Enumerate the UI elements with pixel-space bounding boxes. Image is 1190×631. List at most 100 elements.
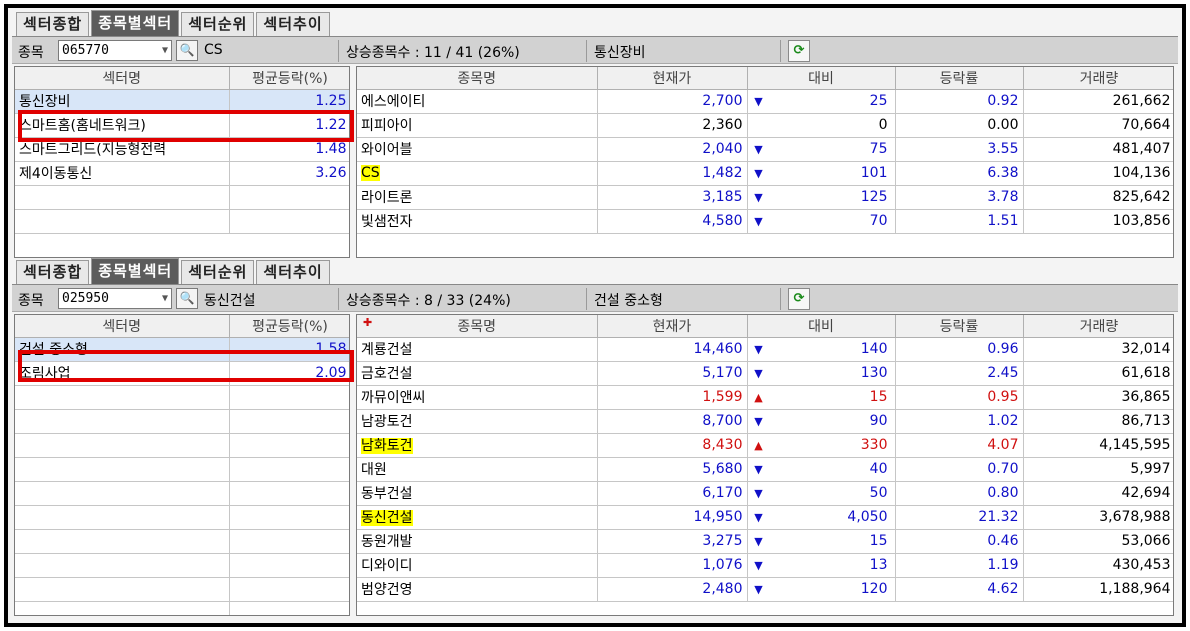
stock-change: ▲ 15 [747,385,896,410]
stock-change: ▼ 13 [747,553,896,578]
search-icon[interactable]: 🔍 [176,40,198,61]
stock-rate: 4.62 [895,577,1024,602]
down-arrow-icon: ▼ [754,535,763,548]
col-header-rate[interactable]: 등락률 [895,67,1024,90]
top-tab-sector-summary[interactable]: 섹터종합 [16,12,90,36]
stock-code-input[interactable]: 065770 ▼ [58,40,172,61]
col-header-volume[interactable]: 거래량 [1023,67,1173,90]
col-header-name[interactable]: ✚ 종목명 [357,315,598,338]
top-tab-sector-rank[interactable]: 섹터순위 [181,12,255,36]
sector-row[interactable] [15,209,349,234]
sector-row[interactable] [15,529,349,554]
down-arrow-icon: ▼ [754,511,763,524]
stock-row[interactable]: CS 1,482 ▼ 101 6.38 104,136 [357,161,1173,186]
stock-row[interactable]: 계룡건설 14,460 ▼ 140 0.96 32,014 [357,337,1173,362]
bottom-tab-stock-sector[interactable]: 종목별섹터 [91,258,180,284]
chevron-down-icon[interactable]: ▼ [162,41,168,60]
sector-row[interactable] [15,457,349,482]
stock-change: ▼ 140 [747,337,896,362]
divider [780,40,781,62]
stock-row[interactable]: 동신건설 14,950 ▼ 4,050 21.32 3,678,988 [357,505,1173,530]
stock-price: 5,680 [597,457,748,482]
refresh-icon[interactable]: ⟳ [788,40,810,62]
bottom-tab-sector-rank[interactable]: 섹터순위 [181,260,255,284]
sector-row[interactable] [15,185,349,210]
stock-row[interactable]: 동원개발 3,275 ▼ 15 0.46 53,066 [357,529,1173,554]
sector-row[interactable] [15,481,349,506]
sector-avg [229,209,349,234]
bottom-tab-bar: 섹터종합 종목별섹터 섹터순위 섹터추이 [16,258,332,284]
refresh-icon[interactable]: ⟳ [788,288,810,310]
stock-rate: 0.96 [895,337,1024,362]
sector-name [15,577,230,602]
stock-change: ▼ 15 [747,529,896,554]
stock-rate: 0.92 [895,89,1024,114]
sector-row[interactable] [15,601,349,615]
col-header-rate[interactable]: 등락률 [895,315,1024,338]
stock-rate: 3.55 [895,137,1024,162]
stock-name: 금호건설 [357,361,598,386]
stock-row[interactable]: 라이트론 3,185 ▼ 125 3.78 825,642 [357,185,1173,210]
stock-row[interactable]: 와이어블 2,040 ▼ 75 3.55 481,407 [357,137,1173,162]
stock-row[interactable]: 금호건설 5,170 ▼ 130 2.45 61,618 [357,361,1173,386]
sector-name [15,185,230,210]
col-header-change[interactable]: 대비 [747,67,896,90]
divider [586,288,587,310]
sector-row[interactable]: 제4이동통신 3.26 [15,161,349,186]
down-arrow-icon: ▼ [754,215,763,228]
col-header-avg[interactable]: 평균등락(%) [229,67,349,90]
stock-volume: 3,678,988 [1023,505,1173,530]
stock-row[interactable]: 에스에이티 2,700 ▼ 25 0.92 261,662 [357,89,1173,114]
bottom-tab-sector-trend[interactable]: 섹터추이 [256,260,330,284]
stock-row[interactable]: 범양건영 2,480 ▼ 120 4.62 1,188,964 [357,577,1173,602]
stock-row[interactable]: 피피아이 2,360 0 0.00 70,664 [357,113,1173,138]
stock-name: 에스에이티 [357,89,598,114]
sector-row[interactable]: 스마트그리드(지능형전력 1.48 [15,137,349,162]
stock-price: 1,599 [597,385,748,410]
col-header-price[interactable]: 현재가 [597,67,748,90]
col-header-price[interactable]: 현재가 [597,315,748,338]
col-header-sector[interactable]: 섹터명 [15,67,230,90]
stock-name: 남화토건 [357,433,598,458]
stock-row[interactable]: 남광토건 8,700 ▼ 90 1.02 86,713 [357,409,1173,434]
stock-row[interactable]: 까뮤이앤씨 1,599 ▲ 15 0.95 36,865 [357,385,1173,410]
stock-change: ▼ 40 [747,457,896,482]
sector-row[interactable] [15,433,349,458]
col-header-volume[interactable]: 거래량 [1023,315,1173,338]
sector-row[interactable] [15,553,349,578]
top-tab-sector-trend[interactable]: 섹터추이 [256,12,330,36]
stock-row[interactable]: 동부건설 6,170 ▼ 50 0.80 42,694 [357,481,1173,506]
search-icon[interactable]: 🔍 [176,288,198,309]
sector-row[interactable] [15,505,349,530]
col-header-name[interactable]: 종목명 [357,67,598,90]
stock-code-input[interactable]: 025950 ▼ [58,288,172,309]
col-header-avg[interactable]: 평균등락(%) [229,315,349,338]
sector-row[interactable]: 통신장비 1.25 [15,89,349,114]
stock-price: 8,430 [597,433,748,458]
stock-name: 디와이디 [357,553,598,578]
stock-volume: 104,136 [1023,161,1173,186]
stock-row[interactable]: 대원 5,680 ▼ 40 0.70 5,997 [357,457,1173,482]
sector-avg [229,601,349,615]
sector-row[interactable] [15,385,349,410]
stock-row[interactable]: 빛샘전자 4,580 ▼ 70 1.51 103,856 [357,209,1173,234]
sector-avg [229,385,349,410]
sector-avg: 1.58 [229,337,349,362]
sector-row[interactable] [15,409,349,434]
sector-row[interactable]: 건설 중소형 1.58 [15,337,349,362]
chevron-down-icon[interactable]: ▼ [162,289,168,308]
col-header-change[interactable]: 대비 [747,315,896,338]
top-tab-stock-sector[interactable]: 종목별섹터 [91,10,180,36]
bottom-tab-sector-summary[interactable]: 섹터종합 [16,260,90,284]
stock-rate: 0.46 [895,529,1024,554]
sector-row[interactable] [15,577,349,602]
sector-avg [229,529,349,554]
sector-row[interactable]: 스마트홈(홈네트워크) 1.22 [15,113,349,138]
stock-volume: 430,453 [1023,553,1173,578]
col-header-sector[interactable]: 섹터명 [15,315,230,338]
sector-row[interactable]: 조림사업 2.09 [15,361,349,386]
code-label: 종목 [18,293,44,309]
sector-name: 스마트그리드(지능형전력 [15,137,230,162]
stock-row[interactable]: 남화토건 8,430 ▲ 330 4.07 4,145,595 [357,433,1173,458]
stock-row[interactable]: 디와이디 1,076 ▼ 13 1.19 430,453 [357,553,1173,578]
